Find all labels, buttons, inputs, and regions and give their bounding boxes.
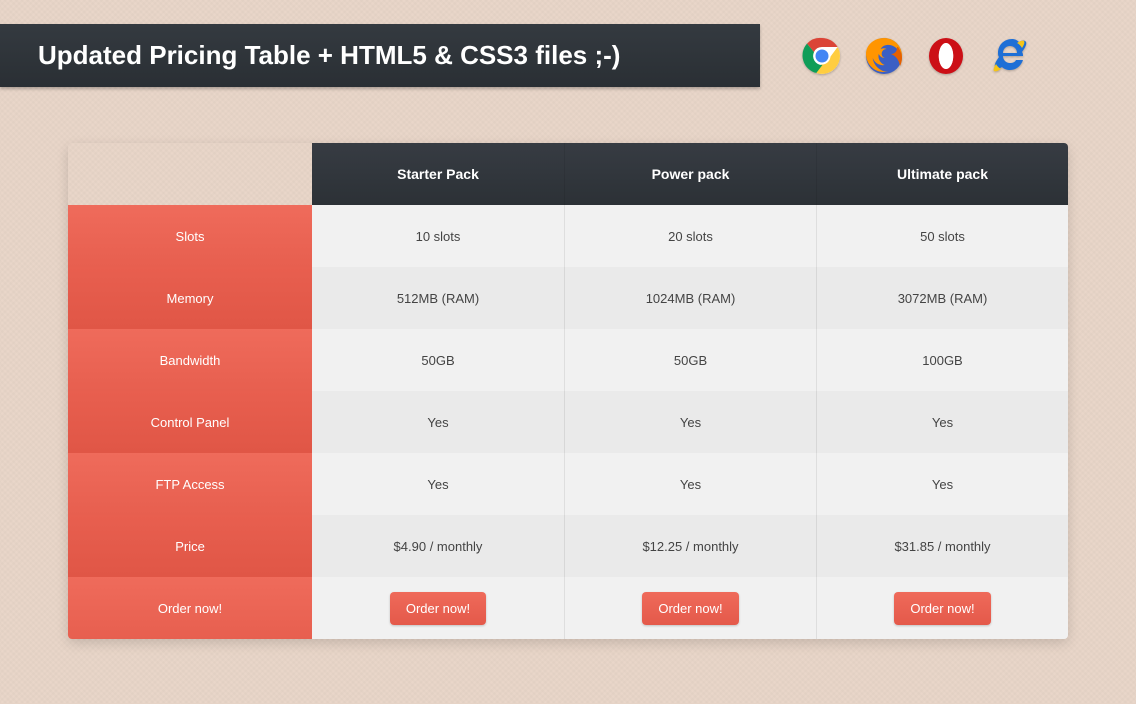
ie-icon: [988, 36, 1028, 76]
feature-value: 50GB: [564, 329, 816, 391]
feature-value: 10 slots: [312, 205, 564, 267]
feature-label-slots: Slots: [68, 205, 312, 267]
feature-label-bandwidth: Bandwidth: [68, 329, 312, 391]
feature-value: 20 slots: [564, 205, 816, 267]
order-button-starter[interactable]: Order now!: [390, 592, 486, 625]
plan-header-starter: Starter Pack: [312, 143, 564, 205]
feature-value: 3072MB (RAM): [816, 267, 1068, 329]
feature-value: 100GB: [816, 329, 1068, 391]
order-button-ultimate[interactable]: Order now!: [894, 592, 990, 625]
feature-value: Yes: [564, 391, 816, 453]
order-cell: Order now!: [312, 577, 564, 639]
feature-value: Yes: [564, 453, 816, 515]
feature-value: Yes: [312, 391, 564, 453]
page-title: Updated Pricing Table + HTML5 & CSS3 fil…: [0, 24, 760, 87]
feature-value: 50GB: [312, 329, 564, 391]
feature-value: Yes: [816, 453, 1068, 515]
order-button-power[interactable]: Order now!: [642, 592, 738, 625]
order-cell: Order now!: [816, 577, 1068, 639]
order-cell: Order now!: [564, 577, 816, 639]
feature-value: 50 slots: [816, 205, 1068, 267]
feature-label-cpanel: Control Panel: [68, 391, 312, 453]
firefox-icon: [864, 36, 904, 76]
opera-icon: [926, 36, 966, 76]
header-blank: [68, 143, 312, 205]
feature-value: 1024MB (RAM): [564, 267, 816, 329]
feature-label-price: Price: [68, 515, 312, 577]
browser-icons: [802, 36, 1028, 76]
feature-label-order: Order now!: [68, 577, 312, 639]
feature-label-ftp: FTP Access: [68, 453, 312, 515]
chrome-icon: [802, 36, 842, 76]
plan-header-power: Power pack: [564, 143, 816, 205]
feature-label-memory: Memory: [68, 267, 312, 329]
pricing-table: Starter Pack Power pack Ultimate pack Sl…: [68, 143, 1068, 639]
feature-value: $12.25 / monthly: [564, 515, 816, 577]
plan-header-ultimate: Ultimate pack: [816, 143, 1068, 205]
feature-value: Yes: [312, 453, 564, 515]
feature-value: 512MB (RAM): [312, 267, 564, 329]
feature-value: $4.90 / monthly: [312, 515, 564, 577]
feature-value: Yes: [816, 391, 1068, 453]
feature-value: $31.85 / monthly: [816, 515, 1068, 577]
